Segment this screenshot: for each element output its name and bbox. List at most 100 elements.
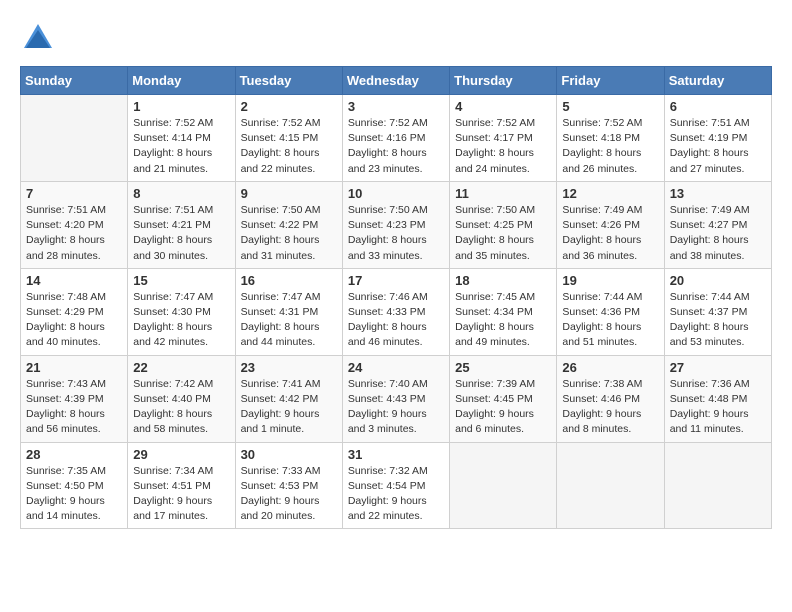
- calendar-week-row: 21 Sunrise: 7:43 AM Sunset: 4:39 PM Dayli…: [21, 355, 772, 442]
- calendar-cell: 9Sunrise: 7:50 AM Sunset: 4:22 PM Daylig…: [235, 181, 342, 268]
- column-header-tuesday: Tuesday: [235, 67, 342, 95]
- day-number: 27: [670, 360, 766, 375]
- calendar-cell: 8Sunrise: 7:51 AM Sunset: 4:21 PM Daylig…: [128, 181, 235, 268]
- day-number: 25: [455, 360, 551, 375]
- day-info: Sunrise: 7:41 AM Sunset: 4:42 PM Dayligh…: [241, 377, 337, 438]
- day-info: Sunrise: 7:36 AM Sunset: 4:48 PM Dayligh…: [670, 377, 766, 438]
- day-number: 31: [348, 447, 444, 462]
- calendar-cell: 18Sunrise: 7:45 AM Sunset: 4:34 PM Dayli…: [450, 268, 557, 355]
- column-header-thursday: Thursday: [450, 67, 557, 95]
- day-info: Sunrise: 7:52 AM Sunset: 4:17 PM Dayligh…: [455, 116, 551, 177]
- calendar-cell: [664, 442, 771, 529]
- day-info: Sunrise: 7:50 AM Sunset: 4:23 PM Dayligh…: [348, 203, 444, 264]
- calendar-header-row: SundayMondayTuesdayWednesdayThursdayFrid…: [21, 67, 772, 95]
- calendar-cell: 1 Sunrise: 7:52 AM Sunset: 4:14 PM Daylig…: [128, 95, 235, 182]
- calendar-cell: 21 Sunrise: 7:43 AM Sunset: 4:39 PM Dayli…: [21, 355, 128, 442]
- day-number: 21: [26, 360, 122, 375]
- calendar-week-row: 28 Sunrise: 7:35 AM Sunset: 4:50 PM Dayli…: [21, 442, 772, 529]
- day-info: Sunrise: 7:51 AM Sunset: 4:20 PM Dayligh…: [26, 203, 122, 264]
- day-info: Sunrise: 7:48 AM Sunset: 4:29 PM Dayligh…: [26, 290, 122, 351]
- day-number: 6: [670, 99, 766, 114]
- day-number: 28: [26, 447, 122, 462]
- day-info: Sunrise: 7:52 AM Sunset: 4:15 PM Dayligh…: [241, 116, 337, 177]
- day-number: 20: [670, 273, 766, 288]
- calendar-cell: 22 Sunrise: 7:42 AM Sunset: 4:40 PM Dayli…: [128, 355, 235, 442]
- calendar-cell: 6 Sunrise: 7:51 AM Sunset: 4:19 PM Daylig…: [664, 95, 771, 182]
- day-number: 7: [26, 186, 122, 201]
- calendar-table: SundayMondayTuesdayWednesdayThursdayFrid…: [20, 66, 772, 529]
- day-number: 30: [241, 447, 337, 462]
- calendar-cell: 29 Sunrise: 7:34 AM Sunset: 4:51 PM Dayli…: [128, 442, 235, 529]
- calendar-cell: 15 Sunrise: 7:47 AM Sunset: 4:30 PM Dayli…: [128, 268, 235, 355]
- day-info: Sunrise: 7:52 AM Sunset: 4:16 PM Dayligh…: [348, 116, 444, 177]
- calendar-cell: 20 Sunrise: 7:44 AM Sunset: 4:37 PM Dayli…: [664, 268, 771, 355]
- day-info: Sunrise: 7:35 AM Sunset: 4:50 PM Dayligh…: [26, 464, 122, 525]
- day-number: 9: [241, 186, 337, 201]
- column-header-friday: Friday: [557, 67, 664, 95]
- calendar-cell: 12 Sunrise: 7:49 AM Sunset: 4:26 PM Dayli…: [557, 181, 664, 268]
- calendar-cell: 19 Sunrise: 7:44 AM Sunset: 4:36 PM Dayli…: [557, 268, 664, 355]
- day-number: 17: [348, 273, 444, 288]
- calendar-cell: 26 Sunrise: 7:38 AM Sunset: 4:46 PM Dayli…: [557, 355, 664, 442]
- calendar-cell: [21, 95, 128, 182]
- calendar-cell: 5Sunrise: 7:52 AM Sunset: 4:18 PM Daylig…: [557, 95, 664, 182]
- calendar-cell: [450, 442, 557, 529]
- calendar-week-row: 7 Sunrise: 7:51 AM Sunset: 4:20 PM Daylig…: [21, 181, 772, 268]
- logo-icon: [20, 20, 56, 56]
- day-number: 2: [241, 99, 337, 114]
- day-number: 12: [562, 186, 658, 201]
- calendar-cell: 28 Sunrise: 7:35 AM Sunset: 4:50 PM Dayli…: [21, 442, 128, 529]
- calendar-cell: 10 Sunrise: 7:50 AM Sunset: 4:23 PM Dayli…: [342, 181, 449, 268]
- day-info: Sunrise: 7:43 AM Sunset: 4:39 PM Dayligh…: [26, 377, 122, 438]
- day-info: Sunrise: 7:42 AM Sunset: 4:40 PM Dayligh…: [133, 377, 229, 438]
- day-info: Sunrise: 7:49 AM Sunset: 4:27 PM Dayligh…: [670, 203, 766, 264]
- column-header-monday: Monday: [128, 67, 235, 95]
- day-number: 1: [133, 99, 229, 114]
- calendar-cell: 25 Sunrise: 7:39 AM Sunset: 4:45 PM Dayli…: [450, 355, 557, 442]
- column-header-sunday: Sunday: [21, 67, 128, 95]
- calendar-cell: [557, 442, 664, 529]
- calendar-cell: 31 Sunrise: 7:32 AM Sunset: 4:54 PM Dayli…: [342, 442, 449, 529]
- calendar-cell: 4 Sunrise: 7:52 AM Sunset: 4:17 PM Daylig…: [450, 95, 557, 182]
- day-number: 29: [133, 447, 229, 462]
- day-number: 22: [133, 360, 229, 375]
- day-info: Sunrise: 7:51 AM Sunset: 4:19 PM Dayligh…: [670, 116, 766, 177]
- day-info: Sunrise: 7:51 AM Sunset: 4:21 PM Dayligh…: [133, 203, 229, 264]
- calendar-cell: 27 Sunrise: 7:36 AM Sunset: 4:48 PM Dayli…: [664, 355, 771, 442]
- day-info: Sunrise: 7:52 AM Sunset: 4:18 PM Dayligh…: [562, 116, 658, 177]
- calendar-cell: 24Sunrise: 7:40 AM Sunset: 4:43 PM Dayli…: [342, 355, 449, 442]
- day-info: Sunrise: 7:34 AM Sunset: 4:51 PM Dayligh…: [133, 464, 229, 525]
- day-info: Sunrise: 7:32 AM Sunset: 4:54 PM Dayligh…: [348, 464, 444, 525]
- day-number: 3: [348, 99, 444, 114]
- day-number: 14: [26, 273, 122, 288]
- calendar-cell: 7 Sunrise: 7:51 AM Sunset: 4:20 PM Daylig…: [21, 181, 128, 268]
- day-info: Sunrise: 7:44 AM Sunset: 4:37 PM Dayligh…: [670, 290, 766, 351]
- day-number: 15: [133, 273, 229, 288]
- day-info: Sunrise: 7:33 AM Sunset: 4:53 PM Dayligh…: [241, 464, 337, 525]
- calendar-cell: 16 Sunrise: 7:47 AM Sunset: 4:31 PM Dayli…: [235, 268, 342, 355]
- page-header: [20, 20, 772, 56]
- calendar-week-row: 14 Sunrise: 7:48 AM Sunset: 4:29 PM Dayli…: [21, 268, 772, 355]
- day-number: 18: [455, 273, 551, 288]
- calendar-cell: 2 Sunrise: 7:52 AM Sunset: 4:15 PM Daylig…: [235, 95, 342, 182]
- day-info: Sunrise: 7:47 AM Sunset: 4:30 PM Dayligh…: [133, 290, 229, 351]
- day-number: 19: [562, 273, 658, 288]
- day-number: 10: [348, 186, 444, 201]
- calendar-cell: 30 Sunrise: 7:33 AM Sunset: 4:53 PM Dayli…: [235, 442, 342, 529]
- day-info: Sunrise: 7:47 AM Sunset: 4:31 PM Dayligh…: [241, 290, 337, 351]
- day-number: 26: [562, 360, 658, 375]
- day-info: Sunrise: 7:49 AM Sunset: 4:26 PM Dayligh…: [562, 203, 658, 264]
- day-number: 11: [455, 186, 551, 201]
- day-info: Sunrise: 7:50 AM Sunset: 4:25 PM Dayligh…: [455, 203, 551, 264]
- calendar-cell: 17Sunrise: 7:46 AM Sunset: 4:33 PM Dayli…: [342, 268, 449, 355]
- day-info: Sunrise: 7:40 AM Sunset: 4:43 PM Dayligh…: [348, 377, 444, 438]
- day-info: Sunrise: 7:44 AM Sunset: 4:36 PM Dayligh…: [562, 290, 658, 351]
- day-number: 4: [455, 99, 551, 114]
- column-header-wednesday: Wednesday: [342, 67, 449, 95]
- day-info: Sunrise: 7:38 AM Sunset: 4:46 PM Dayligh…: [562, 377, 658, 438]
- day-info: Sunrise: 7:52 AM Sunset: 4:14 PM Dayligh…: [133, 116, 229, 177]
- day-number: 16: [241, 273, 337, 288]
- day-info: Sunrise: 7:39 AM Sunset: 4:45 PM Dayligh…: [455, 377, 551, 438]
- calendar-cell: 3 Sunrise: 7:52 AM Sunset: 4:16 PM Daylig…: [342, 95, 449, 182]
- calendar-week-row: 1 Sunrise: 7:52 AM Sunset: 4:14 PM Daylig…: [21, 95, 772, 182]
